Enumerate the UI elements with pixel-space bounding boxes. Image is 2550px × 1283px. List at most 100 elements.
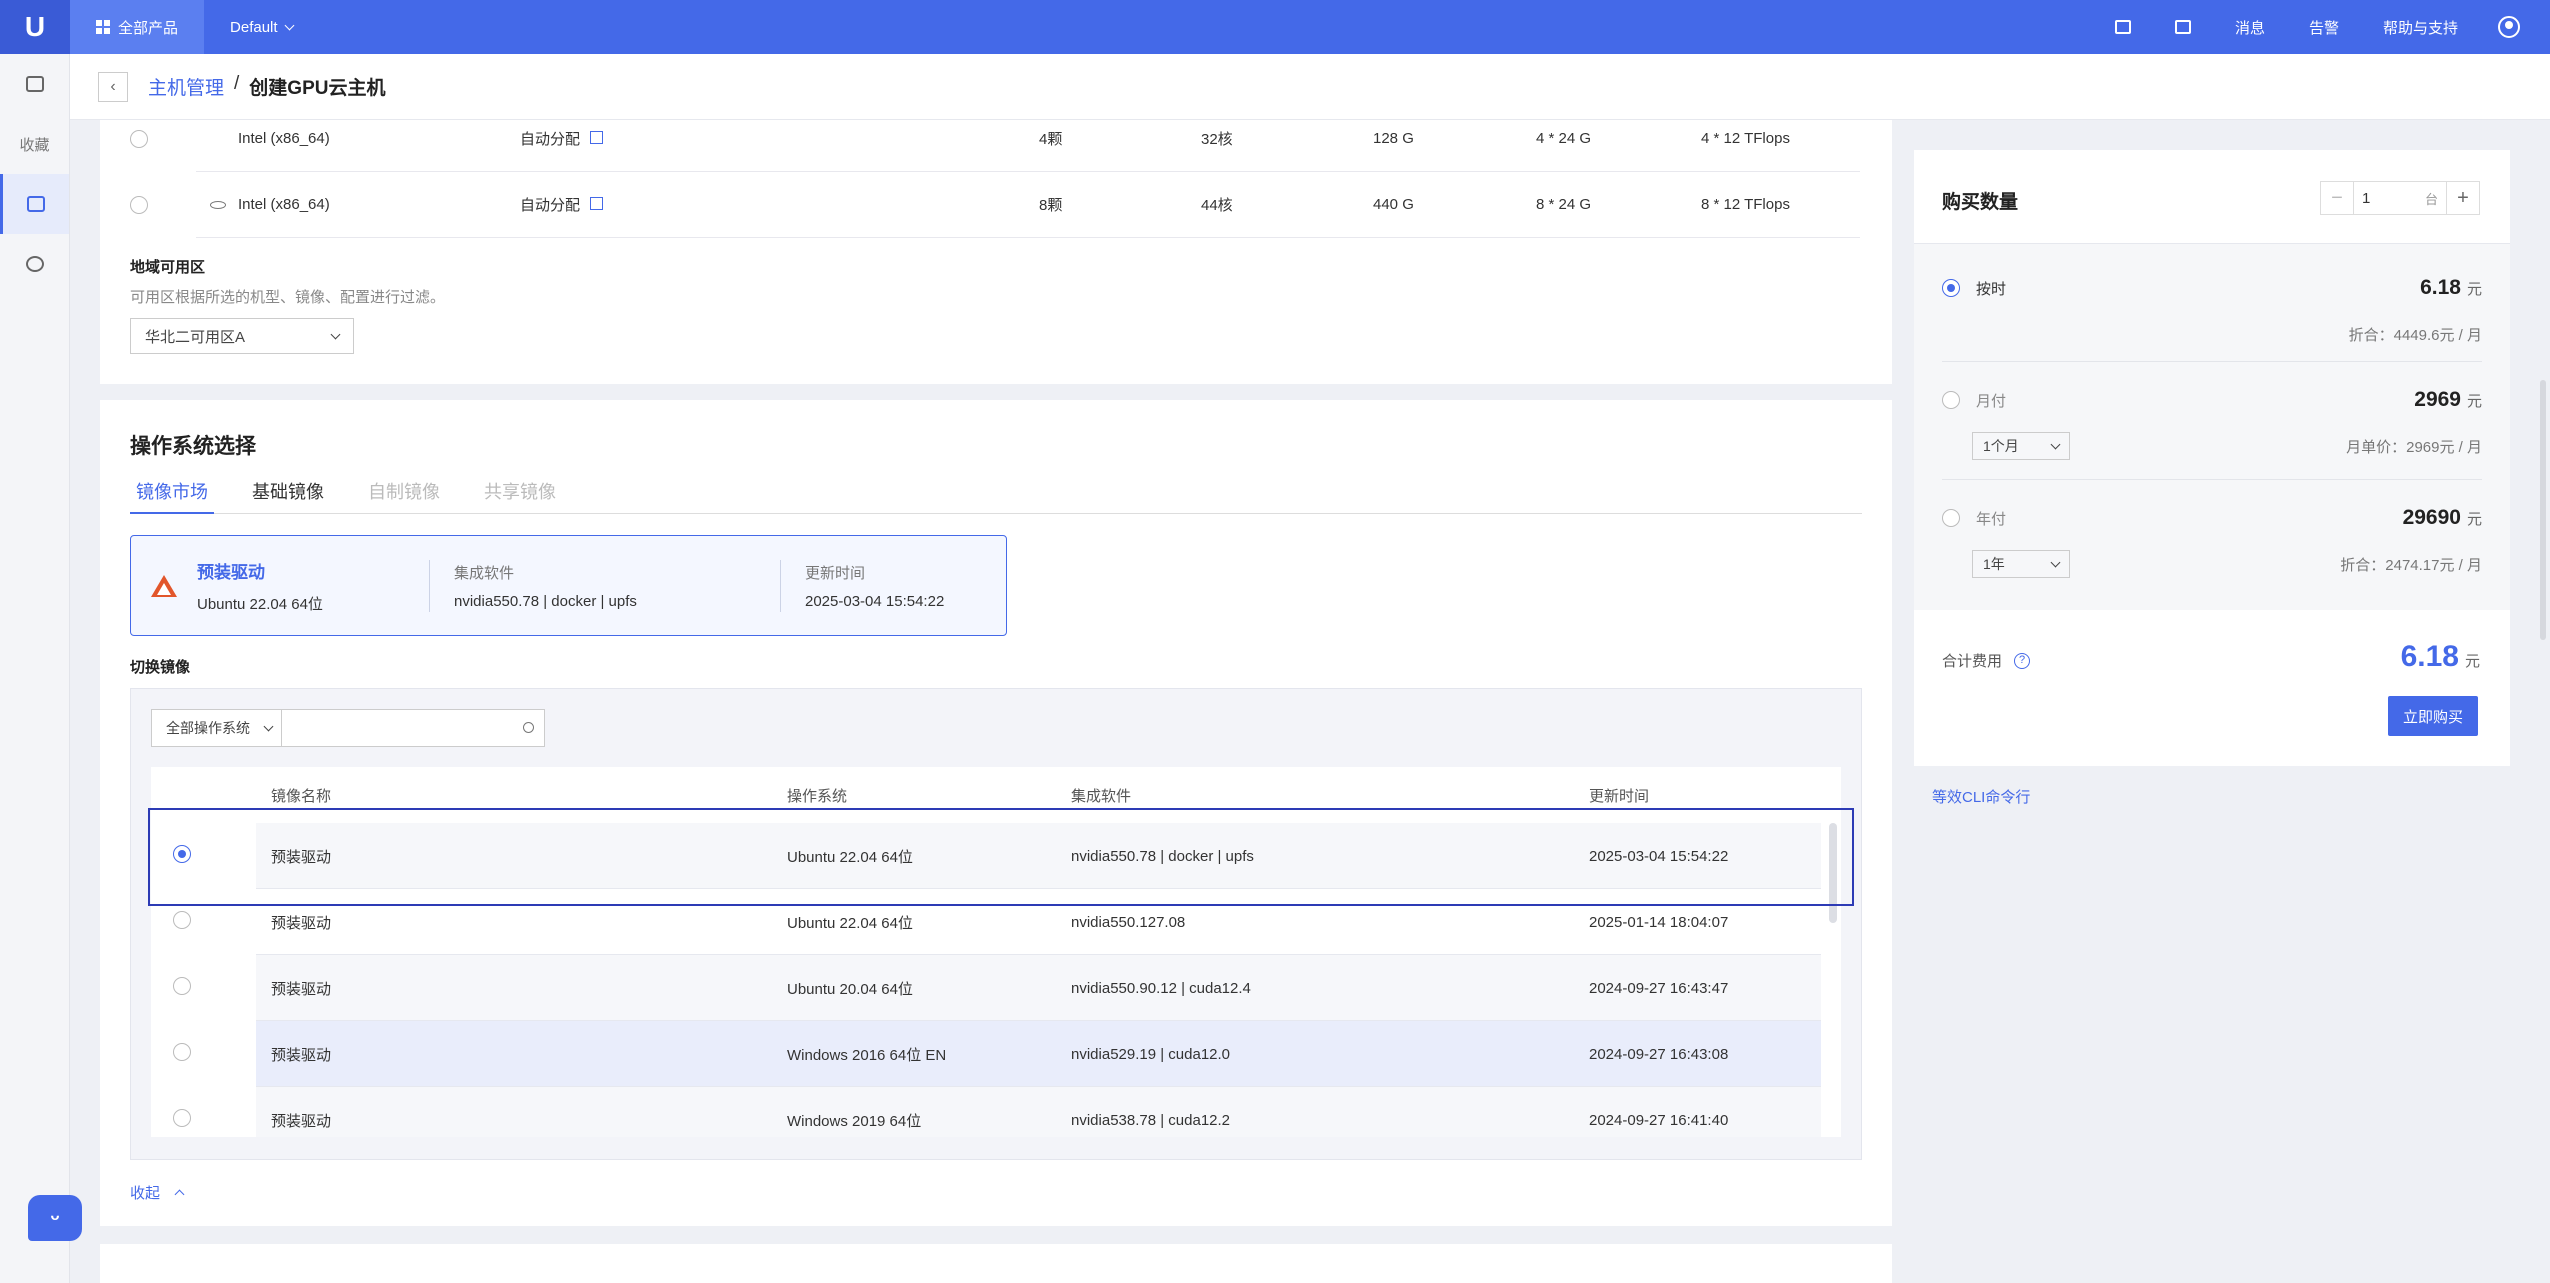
page-title: 创建GPU云主机 (249, 78, 386, 99)
spec-radio[interactable] (130, 195, 148, 214)
col-software: 集成软件 (1071, 788, 1132, 805)
total-label-wrap: 合计费用 ? (1942, 650, 2031, 671)
table-row[interactable]: 预装驱动 Windows 2016 64位 EN nvidia529.19 | … (151, 1021, 1841, 1087)
search-icon[interactable] (2114, 20, 2131, 34)
nav-item-network[interactable] (0, 234, 69, 294)
row-os: Windows 2019 64位 (787, 1112, 922, 1130)
chevron-up-icon (174, 1189, 185, 1200)
network-icon (25, 256, 44, 272)
spec-row[interactable]: Intel (x86_64) 自动分配 8颗 44核 440 G 8 * 24 … (130, 172, 1860, 238)
breadcrumb-parent[interactable]: 主机管理 (148, 73, 224, 100)
quantity-input[interactable]: 1 台 (2353, 182, 2447, 214)
yearly-period-select[interactable]: 1年 (1972, 550, 2070, 578)
tab-custom-image[interactable]: 自制镜像 (362, 478, 446, 514)
tab-shared-image[interactable]: 共享镜像 (478, 478, 562, 514)
top-right-actions: 消息 告警 帮助与支持 (2093, 0, 2550, 54)
row-time: 2024-09-27 16:43:08 (1589, 1045, 1729, 1063)
chevron-down-icon (2050, 439, 2061, 449)
external-link-icon[interactable] (590, 131, 604, 144)
chevron-down-icon (263, 721, 274, 731)
selected-image-software: 集成软件 nvidia550.78 | docker | upfs (430, 562, 780, 610)
row-software: nvidia538.78 | cuda12.2 (1071, 1111, 1231, 1129)
alloc-label: 自动分配 (520, 194, 604, 215)
os-tabs: 镜像市场 基础镜像 自制镜像 共享镜像 (130, 478, 1862, 514)
yearly-radio[interactable] (1942, 509, 1960, 527)
table-row[interactable]: 预装驱动 Ubuntu 20.04 64位 nvidia550.90.12 | … (151, 955, 1841, 1021)
row-name: 预装驱动 (271, 980, 332, 998)
messages-link[interactable]: 消息 (2235, 17, 2265, 38)
quantity-stepper: − 1 台 + (2320, 181, 2480, 215)
nav-item-hosts[interactable] (0, 174, 69, 234)
cpu-name: Intel (x86_64) (238, 130, 330, 147)
back-button[interactable]: ‹ (98, 71, 128, 102)
monthly-radio[interactable] (1942, 391, 1960, 409)
cpu-icon (210, 200, 226, 209)
image-list-box: 全部操作系统 镜像名称 操作系统 集成软件 更新时间 预装驱动 Ubuntu 2… (130, 688, 1862, 1160)
row-radio[interactable] (173, 1109, 191, 1127)
increment-button[interactable]: + (2447, 182, 2479, 214)
project-selector[interactable]: Default (204, 19, 319, 36)
billing-yearly[interactable]: 年付 29690 元 1年 折合：2474.17元 / 月 (1942, 480, 2482, 610)
buy-now-button[interactable]: 立即购买 (2388, 696, 2478, 736)
row-radio[interactable] (173, 911, 191, 929)
row-background (256, 1021, 1821, 1087)
cli-command-link[interactable]: 等效CLI命令行 (1932, 786, 2030, 807)
hourly-note: 折合：4449.6元 / 月 (2348, 327, 2482, 344)
image-search-input[interactable] (281, 709, 545, 747)
all-products-button[interactable]: 全部产品 (70, 0, 205, 54)
col-time: 更新时间 (1589, 788, 1650, 805)
terminal-icon[interactable] (2174, 20, 2191, 34)
tab-image-market[interactable]: 镜像市场 (130, 478, 214, 514)
spec-radio[interactable] (130, 129, 148, 148)
purchase-header: 购买数量 − 1 台 + (1914, 150, 2510, 244)
os-filter-select[interactable]: 全部操作系统 (151, 709, 287, 747)
table-row[interactable]: 预装驱动 Windows 2019 64位 nvidia538.78 | cud… (151, 1087, 1841, 1137)
logo[interactable]: U (0, 0, 70, 54)
row-name: 预装驱动 (271, 914, 332, 932)
left-nav: 收藏 (0, 54, 70, 1283)
nav-item-monitor[interactable] (0, 54, 69, 114)
project-label: Default (230, 18, 278, 36)
total-area: 合计费用 ? 6.18 元 (1914, 610, 2510, 766)
hourly-radio[interactable] (1942, 279, 1960, 297)
billing-hourly[interactable]: 按时 6.18 元 折合：4449.6元 / 月 (1942, 244, 2482, 362)
gpu-count: 8颗 (1039, 197, 1063, 214)
monthly-price: 2969 (2414, 388, 2461, 411)
user-avatar-icon[interactable] (2498, 16, 2520, 38)
nav-item-favorites[interactable]: 收藏 (0, 114, 69, 174)
page-scrollbar[interactable] (2540, 380, 2546, 640)
chatbot-button[interactable]: ᵕ (28, 1195, 82, 1241)
zone-hint: 可用区根据所选的机型、镜像、配置进行过滤。 (130, 289, 446, 306)
row-software: nvidia550.90.12 | cuda12.4 (1071, 979, 1251, 997)
row-os: Ubuntu 22.04 64位 (787, 914, 913, 932)
brand-logo-icon (151, 574, 177, 597)
zone-select[interactable]: 华北二可用区A (130, 318, 354, 354)
host-icon (27, 196, 45, 212)
help-link[interactable]: 帮助与支持 (2383, 17, 2458, 38)
gpu-memory: 8 * 24 G (1536, 196, 1592, 213)
billing-monthly[interactable]: 月付 2969 元 1个月 月单价：2969元 / 月 (1942, 362, 2482, 480)
alerts-link[interactable]: 告警 (2309, 17, 2339, 38)
yearly-note: 折合：2474.17元 / 月 (2340, 556, 2482, 574)
zone-label: 地域可用区 (130, 259, 206, 276)
tab-base-image[interactable]: 基础镜像 (246, 478, 330, 514)
switch-image-label: 切换镜像 (130, 659, 191, 676)
monthly-period-select[interactable]: 1个月 (1972, 432, 2070, 460)
spec-row[interactable]: Intel (x86_64) 自动分配 4颗 32核 128 G 4 * 24 … (130, 106, 1860, 172)
software-value: nvidia550.78 | docker | upfs (454, 592, 637, 610)
breadcrumb-separator: / (234, 73, 240, 94)
flops: 4 * 12 TFlops (1701, 130, 1790, 147)
row-radio[interactable] (173, 977, 191, 995)
search-icon[interactable] (523, 722, 534, 733)
top-bar: U 全部产品 Default 消息 告警 帮助与支持 (0, 0, 2550, 54)
decrement-button[interactable]: − (2321, 182, 2353, 214)
row-radio[interactable] (173, 1043, 191, 1061)
row-time: 2025-01-14 18:04:07 (1589, 913, 1729, 931)
row-os: Windows 2016 64位 EN (787, 1046, 947, 1064)
yearly-price: 29690 (2402, 506, 2461, 529)
gpu-memory: 4 * 24 G (1536, 130, 1592, 147)
help-icon[interactable]: ? (2014, 652, 2031, 669)
external-link-icon[interactable] (590, 197, 604, 210)
collapse-link[interactable]: 收起 (130, 1182, 185, 1203)
monitor-icon (25, 76, 44, 92)
